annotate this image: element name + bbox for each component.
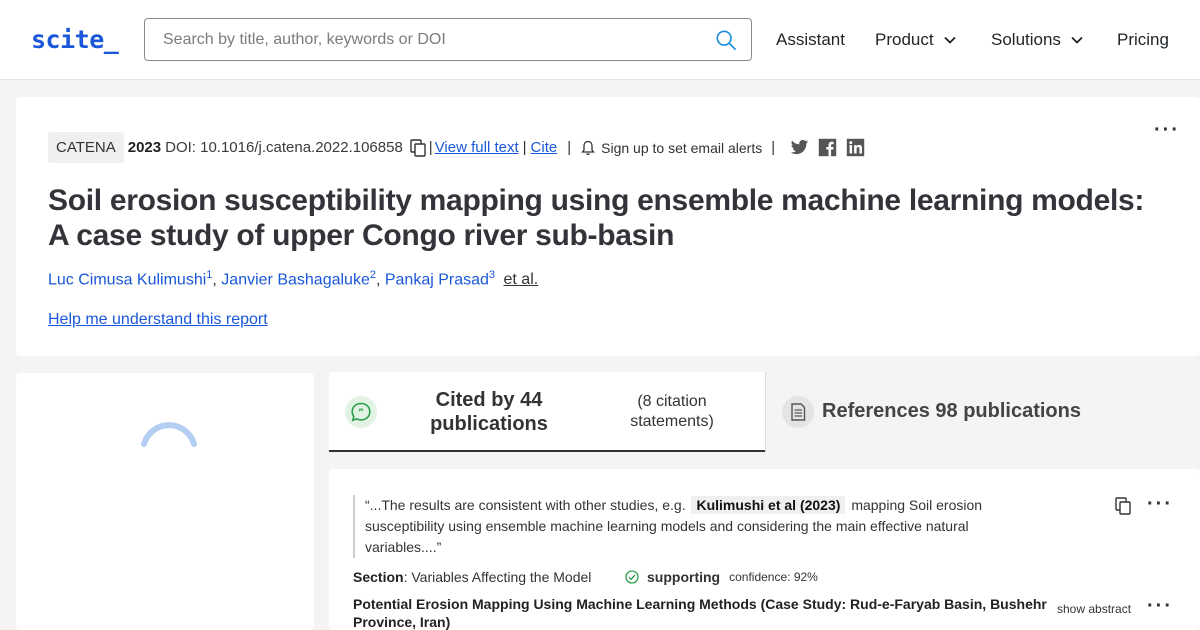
nav-solutions[interactable]: Solutions [991, 30, 1083, 50]
references-count: References 98 publications [822, 400, 1081, 422]
quote-bubble-icon: ” [345, 396, 377, 428]
svg-text:”: ” [358, 408, 364, 418]
paper-header-card: CATENA 2023 DOI: 10.1016/j.catena.2022.1… [16, 97, 1200, 356]
nav-pricing[interactable]: Pricing [1117, 30, 1169, 50]
divider: | [522, 139, 527, 156]
show-abstract-button[interactable]: show abstract [1057, 602, 1131, 616]
tab-cited-by[interactable]: ” Cited by 44 publications (8 citation s… [329, 372, 765, 452]
tab-references[interactable]: References 98 publications [765, 372, 1200, 452]
author-separator: , [375, 271, 385, 289]
snippet-text-before: “...The results are consistent with othe… [365, 497, 686, 513]
more-options-icon[interactable]: ··· [1147, 493, 1173, 516]
doi-text: DOI: 10.1016/j.catena.2022.106858 [165, 139, 403, 156]
help-understand-report-link[interactable]: Help me understand this report [48, 311, 268, 329]
bell-icon[interactable] [581, 140, 595, 156]
citing-paper-title[interactable]: Potential Erosion Mapping Using Machine … [353, 595, 1053, 630]
more-options-icon[interactable]: ··· [1147, 595, 1173, 618]
facebook-icon[interactable] [818, 138, 837, 157]
search-input[interactable] [145, 19, 705, 60]
more-options-icon[interactable]: ··· [1154, 119, 1180, 142]
nav-solutions-label: Solutions [991, 30, 1061, 49]
loading-spinner [141, 422, 197, 447]
section-value: : Variables Affecting the Model [403, 569, 592, 585]
scite-logo[interactable]: scite_ [31, 25, 119, 54]
journal-tag[interactable]: CATENA [48, 132, 124, 163]
author-affiliation-number: 3 [488, 269, 496, 281]
citation-section: Section: Variables Affecting the Model [353, 569, 591, 585]
author-list: Luc Cimusa Kulimushi1, Janvier Bashagalu… [48, 269, 538, 289]
nav-assistant-label: Assistant [776, 30, 845, 49]
divider: | [771, 139, 776, 156]
author-link[interactable]: Janvier Bashagaluke [221, 271, 370, 288]
citation-snippet: “...The results are consistent with othe… [353, 495, 989, 558]
search-box[interactable] [144, 18, 752, 61]
chevron-down-icon [943, 36, 956, 44]
nav-product[interactable]: Product [875, 30, 956, 50]
left-side-panel [16, 373, 314, 630]
author-link[interactable]: Luc Cimusa Kulimushi [48, 271, 206, 288]
publication-year: 2023 [127, 139, 162, 156]
nav-product-label: Product [875, 30, 934, 49]
section-label: Section [353, 569, 404, 585]
top-navigation-bar: scite_ Assistant Product Solutions Prici… [0, 0, 1200, 80]
author-link[interactable]: Pankaj Prasad [385, 271, 489, 288]
citation-statements-count: (8 citation statements) [630, 393, 714, 430]
nav-pricing-label: Pricing [1117, 30, 1169, 49]
email-alert-link[interactable]: Sign up to set email alerts [601, 140, 762, 156]
paper-meta-row: CATENA 2023 DOI: 10.1016/j.catena.2022.1… [48, 132, 865, 163]
copy-icon[interactable] [1115, 497, 1131, 515]
copy-icon[interactable] [410, 138, 426, 157]
linkedin-icon[interactable] [846, 138, 865, 157]
document-icon [782, 396, 814, 428]
search-icon[interactable] [715, 29, 737, 51]
highlighted-citation: Kulimushi et al (2023) [691, 496, 846, 514]
citation-tabs: ” Cited by 44 publications (8 citation s… [329, 372, 1200, 452]
nav-assistant[interactable]: Assistant [776, 30, 845, 50]
cite-link[interactable]: Cite [531, 139, 558, 156]
cited-by-count: Cited by 44 publications [430, 389, 548, 435]
classification-badge: supporting confidence: 92% [625, 569, 818, 585]
confidence-score: confidence: 92% [729, 570, 818, 584]
paper-title: Soil erosion susceptibility mapping usin… [48, 184, 1145, 252]
twitter-icon[interactable] [790, 138, 809, 157]
author-separator: , [212, 271, 222, 289]
check-circle-icon [625, 570, 639, 584]
classification-label: supporting [647, 569, 721, 585]
divider: | [567, 139, 572, 156]
et-al-link[interactable]: et al. [504, 271, 539, 288]
divider: | [428, 139, 433, 156]
view-full-text-link[interactable]: View full text [435, 139, 519, 156]
chevron-down-icon [1071, 36, 1083, 44]
citation-statement-card: “...The results are consistent with othe… [329, 469, 1200, 630]
